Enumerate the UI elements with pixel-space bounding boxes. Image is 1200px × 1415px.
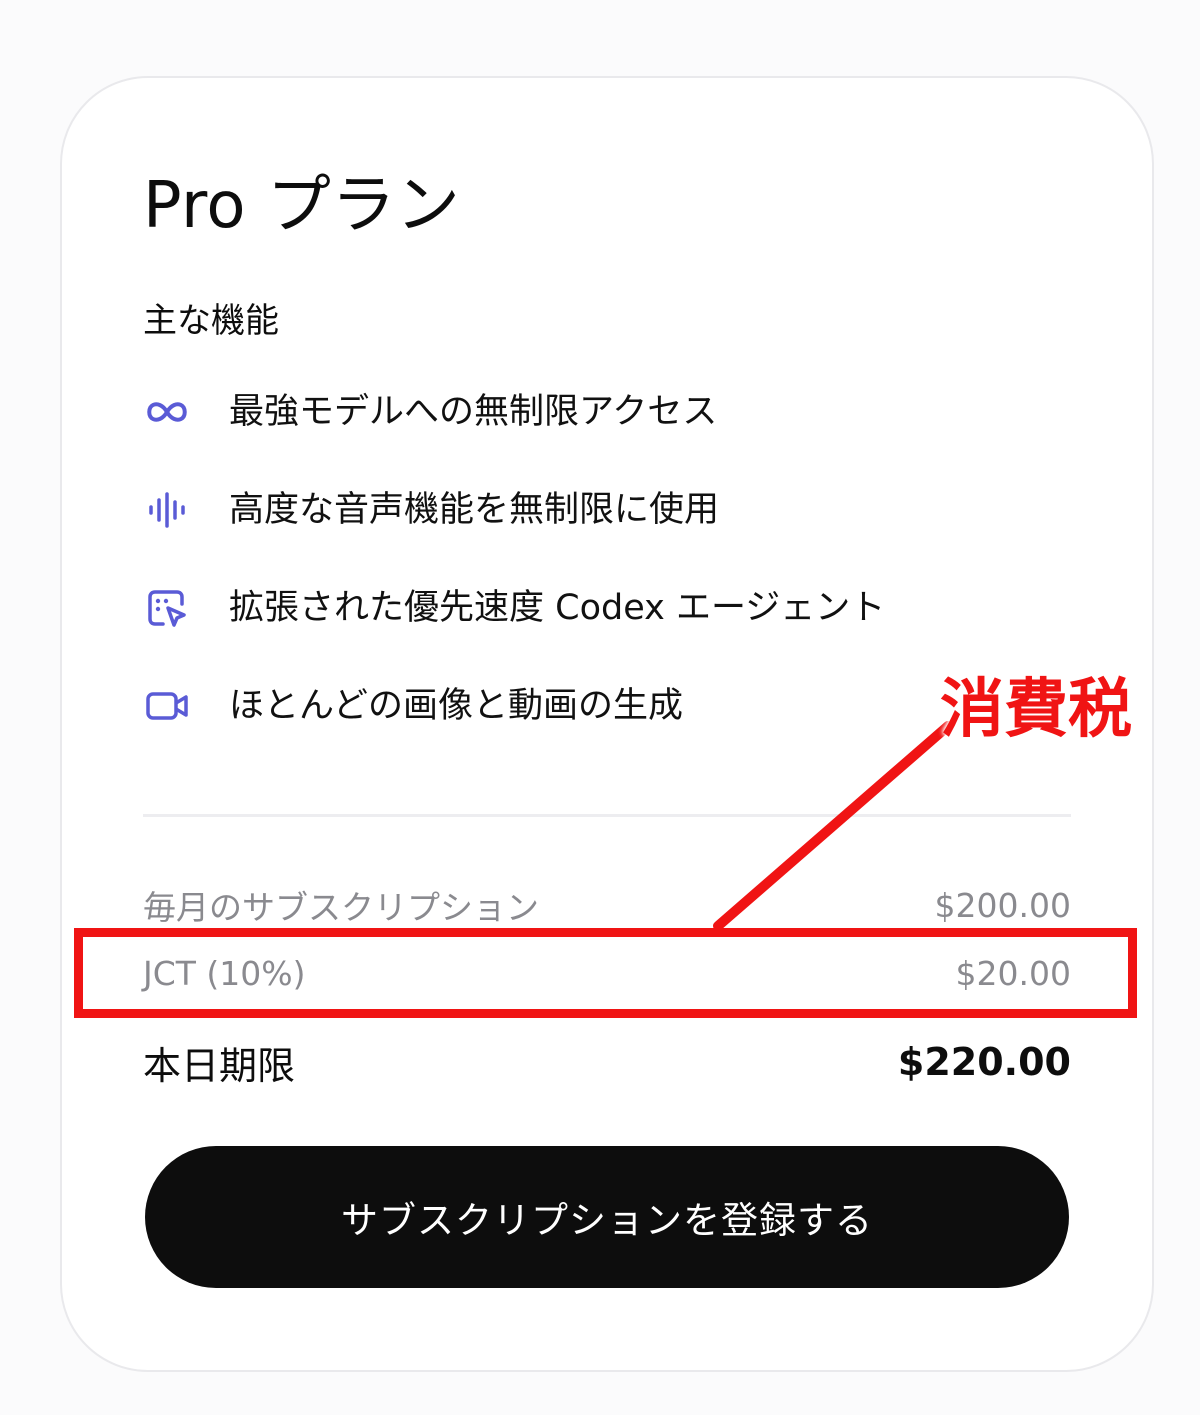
feature-label: ほとんどの画像と動画の生成 [229, 686, 683, 726]
monthly-subscription-amount: $200.00 [934, 885, 1071, 925]
monthly-subscription-row: 毎月のサブスクリプション $200.00 [143, 880, 1071, 930]
infinity-icon [143, 388, 191, 436]
due-today-row: 本日期限 $220.00 [143, 1034, 1071, 1090]
plan-title: Pro プラン [143, 169, 461, 243]
codex-agent-icon [143, 584, 191, 632]
feature-item: 拡張された優先速度 Codex エージェント [143, 580, 1083, 636]
feature-item: 最強モデルへの無制限アクセス [143, 384, 1083, 440]
voice-waveform-icon [143, 486, 191, 534]
due-today-amount: $220.00 [897, 1040, 1071, 1084]
feature-label: 最強モデルへの無制限アクセス [229, 392, 718, 432]
feature-item: 高度な音声機能を無制限に使用 [143, 482, 1083, 538]
feature-label: 高度な音声機能を無制限に使用 [229, 490, 720, 530]
feature-label: 拡張された優先速度 Codex エージェント [229, 588, 886, 628]
features-heading: 主な機能 [143, 301, 279, 341]
annotation-label: 消費税 [940, 673, 1132, 747]
subscribe-button[interactable]: サブスクリプションを登録する [145, 1146, 1069, 1288]
divider [143, 814, 1071, 817]
monthly-subscription-label: 毎月のサブスクリプション [143, 888, 539, 927]
due-today-label: 本日期限 [143, 1043, 296, 1088]
tax-highlight-box [74, 928, 1137, 1018]
video-camera-icon [143, 682, 191, 730]
